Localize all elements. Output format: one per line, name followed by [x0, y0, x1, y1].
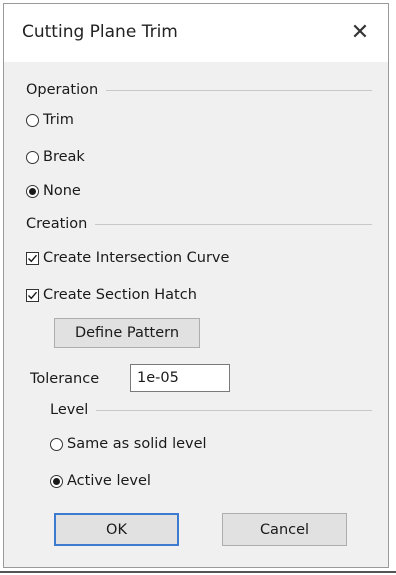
- radio-trim[interactable]: Trim: [26, 112, 74, 128]
- ok-button[interactable]: OK: [54, 513, 179, 546]
- checkmark-icon: [28, 291, 38, 299]
- tolerance-input[interactable]: [130, 364, 230, 392]
- radio-same-as-solid-level[interactable]: Same as solid level: [50, 436, 207, 452]
- level-label: Level: [50, 402, 89, 418]
- radio-trim-circle[interactable]: [26, 113, 39, 127]
- radio-same-level-circle[interactable]: [50, 437, 63, 451]
- radio-selected-dot: [53, 477, 60, 485]
- level-group-label: Level: [50, 402, 372, 418]
- radio-active-level-circle[interactable]: [50, 474, 63, 488]
- operation-divider: [106, 89, 372, 91]
- radio-active-level-label: Active level: [67, 473, 151, 489]
- radio-active-level[interactable]: Active level: [50, 473, 151, 489]
- title-bar: Cutting Plane Trim ✕: [4, 4, 388, 62]
- radio-break-circle[interactable]: [26, 150, 39, 164]
- radio-selected-dot: [29, 187, 36, 195]
- create-section-hatch-label: Create Section Hatch: [43, 287, 197, 303]
- checkbox-intersection-box[interactable]: [26, 251, 39, 265]
- level-divider: [96, 409, 372, 411]
- cancel-button[interactable]: Cancel: [222, 513, 347, 546]
- radio-break[interactable]: Break: [26, 149, 85, 165]
- creation-divider: [95, 223, 372, 225]
- radio-break-label: Break: [43, 149, 85, 165]
- close-icon[interactable]: ✕: [346, 18, 374, 46]
- create-section-hatch-checkbox[interactable]: Create Section Hatch: [26, 287, 197, 303]
- dialog-title: Cutting Plane Trim: [22, 22, 178, 42]
- operation-group-label: Operation: [26, 82, 372, 98]
- radio-none-label: None: [43, 183, 81, 199]
- cutting-plane-trim-dialog: Cutting Plane Trim ✕ Operation Trim Brea…: [3, 3, 389, 568]
- radio-trim-label: Trim: [43, 112, 74, 128]
- creation-label: Creation: [26, 216, 88, 232]
- define-pattern-button[interactable]: Define Pattern: [54, 318, 200, 348]
- tolerance-label: Tolerance: [30, 371, 100, 387]
- checkbox-hatch-box[interactable]: [26, 288, 39, 302]
- radio-none-circle[interactable]: [26, 184, 39, 198]
- radio-none[interactable]: None: [26, 183, 81, 199]
- create-intersection-curve-label: Create Intersection Curve: [43, 250, 230, 266]
- screen-edge-divider: [0, 571, 396, 573]
- creation-group-label: Creation: [26, 216, 372, 232]
- radio-same-as-solid-level-label: Same as solid level: [67, 436, 207, 452]
- operation-label: Operation: [26, 82, 99, 98]
- checkmark-icon: [28, 254, 38, 262]
- create-intersection-curve-checkbox[interactable]: Create Intersection Curve: [26, 250, 229, 266]
